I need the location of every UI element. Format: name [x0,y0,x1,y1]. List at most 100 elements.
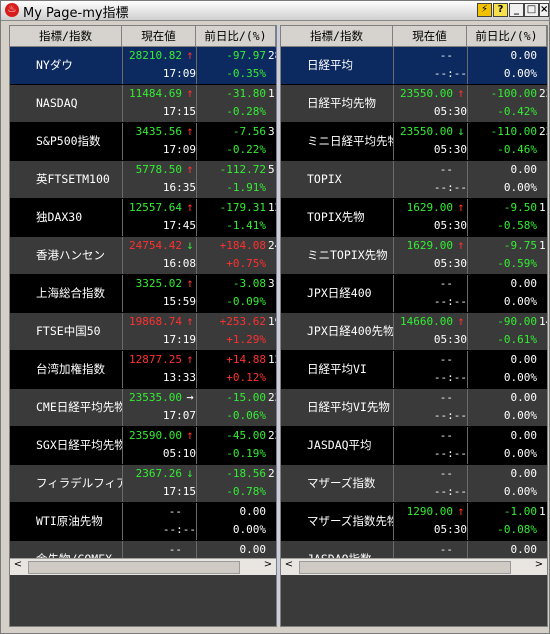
quote-row[interactable]: WTI原油先物 -- --:-- 0.00 0.00% [10,503,276,541]
scroll-thumb[interactable] [299,561,511,574]
fire-icon[interactable]: ♨ [5,3,19,17]
percent-change: -0.06% [226,409,266,422]
column-divider [467,389,468,426]
column-header-price[interactable]: 現在値 [393,26,467,46]
quote-row[interactable]: CME日経平均先物 23535.00 → 17:07 -15.00 -0.06%23 [10,389,276,427]
column-divider [196,123,197,160]
current-price: 1290.00 [406,505,453,518]
next-column-value: 3 [268,125,275,138]
column-header-name[interactable]: 指標/指数 [10,26,122,46]
quote-row[interactable]: JASDAQ平均 -- --:-- 0.00 0.00% [281,427,547,465]
quote-row[interactable]: 日経平均VI先物 -- --:-- 0.00 0.00% [281,389,547,427]
price-change: -179.31 [219,201,266,214]
scroll-thumb[interactable] [28,561,240,574]
column-divider [122,313,123,350]
price-change: -110.00 [490,125,537,138]
close-button[interactable]: × [539,3,549,17]
quote-time: 16:35 [162,181,196,194]
horizontal-scrollbar-right[interactable]: < > [281,558,547,575]
percent-change: -0.46% [497,143,537,156]
current-price: -- [439,467,453,480]
column-divider [122,427,123,464]
quote-row[interactable]: 英FTSETM100 5778.50 ↑ 16:35 -112.72 -1.91% 5 [10,161,276,199]
quote-row[interactable]: NASDAQ 11484.69 ↑ 17:15 -31.80 -0.28%11 [10,85,276,123]
pane-splitter[interactable] [277,25,279,625]
quote-row[interactable]: 台湾加権指数 12877.25 ↑ 13:33 +14.88 +0.12%12 [10,351,276,389]
current-price: 12557.64 [129,201,182,214]
quote-row[interactable]: JPX日経400先物 14660.00 ↑ 05:30 -90.00 -0.61%14 [281,313,547,351]
index-name: TOPIX先物 [307,210,365,224]
quote-row[interactable]: マザーズ指数先物 1290.00 ↑ 05:30 -1.00 -0.08% 1 [281,503,547,541]
current-price: 3325.02 [135,277,182,290]
lightning-icon-button[interactable]: ⚡ [477,3,492,17]
column-header-price[interactable]: 現在値 [122,26,196,46]
price-change: -9.75 [503,239,537,252]
quote-time: 17:15 [162,105,196,118]
quote-row[interactable]: TOPIX先物 1629.00 ↑ 05:30 -9.50 -0.58% 1 [281,199,547,237]
quote-row[interactable]: 香港ハンセン 24754.42 ↓ 16:08 +184.08 +0.75%24 [10,237,276,275]
index-name: 上海総合指数 [36,286,105,300]
title-bar[interactable]: ♨ My Page-my指標 ⚡ ? _ □ × [1,1,549,21]
horizontal-scrollbar-left[interactable]: < > [10,558,276,575]
column-divider [196,503,197,540]
quote-time: 05:30 [433,257,467,270]
column-divider [467,427,468,464]
minimize-button[interactable]: _ [509,3,524,17]
index-name: S&P500指数 [36,134,101,148]
quote-row[interactable]: FTSE中国50 19868.74 ↑ 17:19 +253.62 +1.29%19 [10,313,276,351]
column-header-change[interactable]: 前日比/(%) [196,26,276,46]
quote-row[interactable]: NYダウ 28210.82 ↑ 17:09 -97.97 -0.35%28 [10,47,276,85]
current-price: 19868.74 [129,315,182,328]
column-divider [196,161,197,198]
price-direction-arrow-icon: → [186,390,194,404]
current-price: -- [439,429,453,442]
percent-change: -0.58% [497,219,537,232]
quote-row[interactable]: 独DAX30 12557.64 ↑ 17:45 -179.31 -1.41%12 [10,199,276,237]
index-name: 日経平均 [307,58,353,72]
column-divider [467,503,468,540]
quote-row[interactable]: SGX日経平均先物 23590.00 ↑ 05:10 -45.00 -0.19%23 [10,427,276,465]
column-divider [467,123,468,160]
scroll-right-arrow-icon[interactable]: > [260,559,276,575]
next-column-value: 14 [539,315,547,328]
column-divider [393,161,394,198]
quote-row[interactable]: JPX日経400 -- --:-- 0.00 0.00% [281,275,547,313]
column-header-change[interactable]: 前日比/(%) [467,26,547,46]
quote-row[interactable]: 日経平均先物 23550.00 ↑ 05:30 -100.00 -0.42%23 [281,85,547,123]
current-price: 23535.00 [129,391,182,404]
price-direction-arrow-icon: ↑ [457,200,465,214]
column-divider [196,465,197,502]
scroll-left-arrow-icon[interactable]: < [10,559,26,575]
quote-row[interactable]: ミニTOPIX先物 1629.00 ↑ 05:30 -9.75 -0.59% 1 [281,237,547,275]
quote-row[interactable]: 上海総合指数 3325.02 ↑ 15:59 -3.08 -0.09% 3 [10,275,276,313]
price-direction-arrow-icon: ↑ [457,238,465,252]
quote-row[interactable]: ミニ日経平均先物 23550.00 ↓ 05:30 -110.00 -0.46%23 [281,123,547,161]
quote-row[interactable]: 日経平均VI -- --:-- 0.00 0.00% [281,351,547,389]
quote-row[interactable]: マザーズ指数 -- --:-- 0.00 0.00% [281,465,547,503]
maximize-button[interactable]: □ [524,3,539,17]
current-price: 11484.69 [129,87,182,100]
column-header-name[interactable]: 指標/指数 [281,26,393,46]
next-column-value: 1 [539,505,546,518]
percent-change: -0.78% [226,485,266,498]
quote-list-left: NYダウ 28210.82 ↑ 17:09 -97.97 -0.35%28 NASDAQ 11… [10,47,276,579]
price-direction-arrow-icon: ↑ [186,86,194,100]
help-button[interactable]: ? [493,3,508,17]
quote-time: --:-- [433,409,467,422]
quote-row[interactable]: S&P500指数 3435.56 ↑ 17:09 -7.56 -0.22% 3 [10,123,276,161]
scroll-left-arrow-icon[interactable]: < [281,559,297,575]
next-column-value: 23 [539,87,547,100]
column-divider [122,465,123,502]
scroll-right-arrow-icon[interactable]: > [531,559,547,575]
current-price: 23590.00 [129,429,182,442]
quote-row[interactable]: 日経平均 -- --:-- 0.00 0.00% [281,47,547,85]
current-price: -- [168,543,182,556]
quote-row[interactable]: フィラデルフィア半導 2367.26 ↓ 17:15 -18.56 -0.78%2 [10,465,276,503]
percent-change: 0.00% [503,67,537,80]
price-direction-arrow-icon: ↑ [457,504,465,518]
price-change: -90.00 [497,315,537,328]
column-divider [467,465,468,502]
quote-row[interactable]: TOPIX -- --:-- 0.00 0.00% [281,161,547,199]
index-name: JPX日経400 [307,286,372,300]
price-direction-arrow-icon: ↑ [186,124,194,138]
